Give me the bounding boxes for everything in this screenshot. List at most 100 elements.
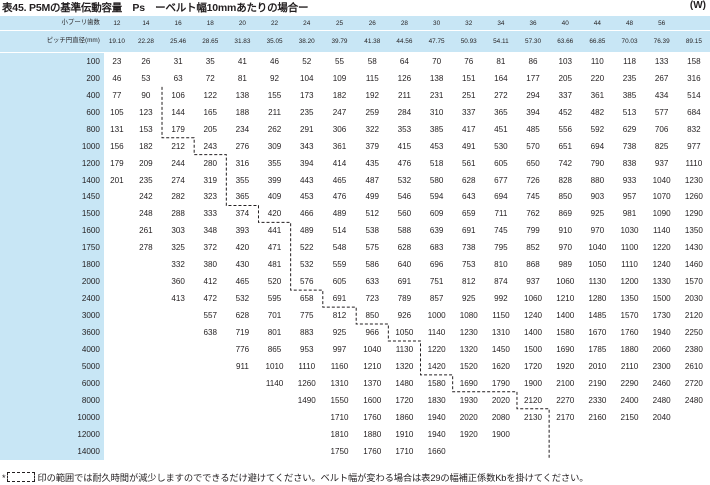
value-cell: 1210: [356, 357, 389, 375]
value-cell: 343: [290, 137, 323, 155]
value-cell: [129, 357, 163, 375]
value-cell: 332: [162, 256, 195, 274]
value-cell: 874: [484, 273, 517, 291]
value-cell: 485: [516, 120, 550, 138]
value-cell: 291: [290, 120, 323, 138]
value-cell: 1900: [484, 425, 517, 443]
value-cell: 413: [162, 290, 195, 308]
rpm-cell: 3600: [0, 324, 104, 341]
value-cell: 155: [258, 86, 291, 104]
table-row: 8000 1490 1550 1600 1720 1830 1930 2020 2120 2270…: [0, 391, 710, 409]
value-cell: [258, 391, 291, 409]
value-cell: [103, 205, 130, 223]
value-cell: 629: [613, 120, 646, 138]
value-cell: 696: [420, 256, 453, 274]
value-cell: 2030: [677, 290, 710, 308]
value-cell: 609: [420, 205, 453, 223]
value-cell: 1060: [516, 290, 550, 308]
value-cell: 126: [388, 69, 421, 87]
value-cell: 499: [356, 188, 389, 206]
value-cell: [226, 391, 259, 409]
value-cell: 242: [129, 188, 163, 206]
value-cell: 365: [226, 188, 259, 206]
value-cell: 303: [162, 222, 195, 240]
value-cell: 360: [162, 273, 195, 291]
value-cell: 1330: [645, 273, 678, 291]
table-row: 800 131 153 179 205 234 262 291 306 322 353 385 417 4…: [0, 120, 710, 138]
value-cell: [162, 357, 195, 375]
value-cell: 63: [162, 69, 195, 87]
value-cell: 1570: [677, 273, 710, 291]
value-cell: 1690: [549, 340, 582, 358]
value-cell: 651: [549, 137, 582, 155]
value-cell: 1760: [356, 442, 389, 460]
pitch-cell: 63.66: [549, 30, 582, 53]
value-cell: 325: [162, 239, 195, 257]
value-cell: 420: [258, 205, 291, 223]
value-cell: 235: [613, 69, 646, 87]
value-cell: 251: [452, 86, 485, 104]
value-cell: 1940: [420, 408, 453, 426]
value-cell: [103, 425, 130, 443]
value-cell: 852: [516, 239, 550, 257]
value-cell: 481: [258, 256, 291, 274]
value-cell: 90: [129, 86, 163, 104]
value-cell: 683: [420, 239, 453, 257]
value-cell: 1350: [677, 222, 710, 240]
value-cell: 538: [356, 222, 389, 240]
value-cell: 489: [290, 222, 323, 240]
rpm-cell: 1750: [0, 239, 104, 257]
value-cell: 561: [452, 154, 485, 172]
rpm-cell: 1600: [0, 222, 104, 240]
value-cell: [290, 442, 323, 460]
table-row: 2000 360 412 465 520 576 605 633 691 751 812 874 937…: [0, 273, 710, 291]
value-cell: 1880: [613, 340, 646, 358]
value-cell: 106: [162, 86, 195, 104]
value-cell: 158: [677, 52, 710, 70]
value-cell: [613, 425, 646, 443]
value-cell: [194, 408, 227, 426]
value-cell: [129, 290, 163, 308]
value-cell: 104: [290, 69, 323, 87]
value-cell: 512: [356, 205, 389, 223]
value-cell: 812: [452, 273, 485, 291]
value-cell: 1940: [420, 425, 453, 443]
pitch-cell: 38.20: [290, 30, 323, 53]
value-cell: 1090: [645, 205, 678, 223]
value-cell: 235: [290, 103, 323, 121]
value-cell: [549, 442, 582, 460]
value-cell: [452, 442, 485, 460]
rpm-cell: 10000: [0, 408, 104, 426]
value-cell: 41: [226, 52, 259, 70]
value-cell: 294: [516, 86, 550, 104]
value-cell: 211: [258, 103, 291, 121]
value-cell: 380: [194, 256, 227, 274]
value-cell: 430: [226, 256, 259, 274]
value-cell: 156: [103, 137, 130, 155]
value-cell: 658: [290, 290, 323, 308]
value-cell: 274: [162, 171, 195, 189]
value-cell: 560: [388, 205, 421, 223]
value-cell: 970: [549, 239, 582, 257]
value-cell: 2330: [581, 391, 614, 409]
value-cell: 1200: [613, 273, 646, 291]
value-cell: 1040: [581, 239, 614, 257]
value-cell: [194, 374, 227, 392]
value-cell: [290, 425, 323, 443]
value-cell: [613, 442, 646, 460]
value-cell: 372: [194, 239, 227, 257]
teeth-cell: 18: [194, 16, 227, 31]
value-cell: 2480: [645, 391, 678, 409]
value-cell: 337: [452, 103, 485, 121]
value-cell: [103, 307, 130, 324]
value-cell: [258, 442, 291, 460]
value-cell: 933: [613, 171, 646, 189]
value-cell: 745: [484, 222, 517, 240]
table-row: 12000 1810 1880 1910 1940 1920 1900: [0, 425, 710, 443]
value-cell: 532: [290, 256, 323, 274]
pitch-cell: 76.39: [645, 30, 678, 53]
value-cell: 1760: [613, 324, 646, 341]
rpm-cell: 14000: [0, 442, 104, 460]
value-cell: 2150: [613, 408, 646, 426]
value-cell: [516, 425, 550, 443]
